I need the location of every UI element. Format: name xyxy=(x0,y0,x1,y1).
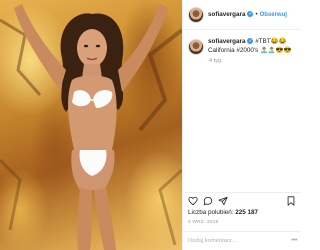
instagram-post: sofiavergara ✓ • Obserwuj sofiavergara ✓ #… xyxy=(0,0,301,250)
avatar[interactable] xyxy=(188,6,204,23)
caption-username[interactable]: sofiavergara xyxy=(208,38,245,45)
action-bar xyxy=(183,192,301,208)
likes-label: Liczba polubień: xyxy=(188,209,234,216)
comment-icon[interactable] xyxy=(203,196,213,206)
likes-count[interactable]: Liczba polubień: 225 187 xyxy=(188,209,258,216)
post-header: sofiavergara ✓ • Obserwuj xyxy=(183,0,301,30)
separator-dot: • xyxy=(255,11,258,18)
heart-icon[interactable] xyxy=(188,196,198,206)
follow-button[interactable]: Obserwuj xyxy=(260,12,287,18)
caption-time: 4 tyg. xyxy=(209,58,223,64)
username-text: sofiavergara xyxy=(208,11,246,18)
caption-verified-badge-icon: ✓ xyxy=(247,38,254,44)
bookmark-icon[interactable] xyxy=(286,196,296,206)
post-sidebar: sofiavergara ✓ • Obserwuj sofiavergara ✓ #… xyxy=(182,0,301,250)
comment-input[interactable] xyxy=(188,238,283,244)
likes-number: 225 187 xyxy=(235,209,259,216)
add-comment-bar: ••• xyxy=(183,231,301,250)
caption-avatar[interactable] xyxy=(188,39,204,55)
caption-comment: sofiavergara ✓ #TBT😂😂 California #2000's … xyxy=(188,38,298,55)
post-photo[interactable] xyxy=(0,0,182,250)
photo-illustration xyxy=(0,4,182,250)
caption-text-block: sofiavergara ✓ #TBT😂😂 California #2000's … xyxy=(208,38,298,55)
username-link[interactable]: sofiavergara ✓ xyxy=(208,11,254,18)
verified-badge-icon: ✓ xyxy=(247,11,254,17)
share-icon[interactable] xyxy=(218,196,228,206)
more-options-icon[interactable]: ••• xyxy=(291,237,297,244)
post-date: 4 WRZ. 2018 xyxy=(188,220,219,225)
